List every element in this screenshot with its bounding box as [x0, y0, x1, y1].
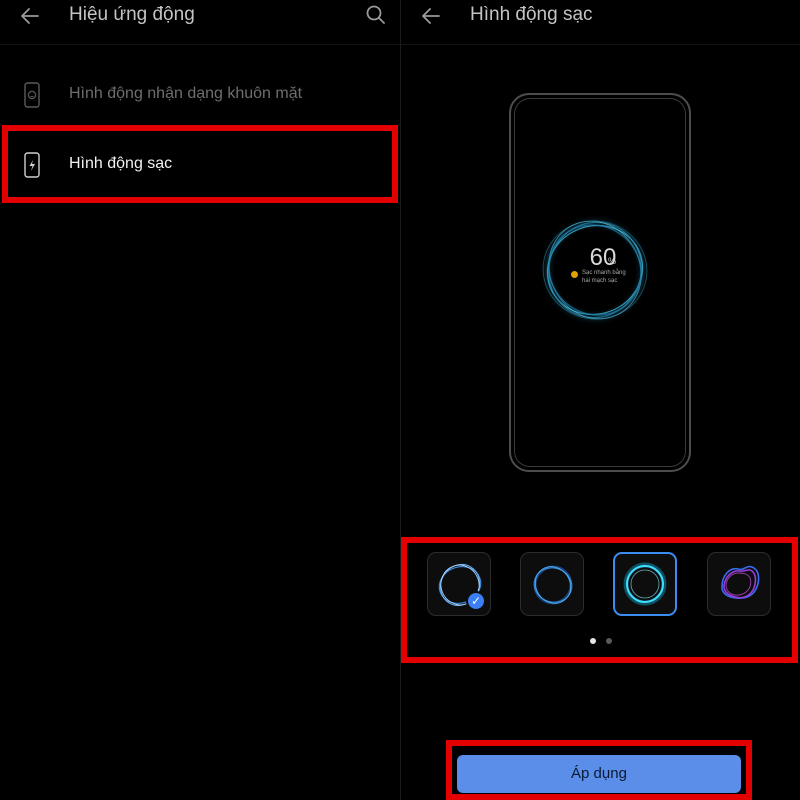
back-arrow-icon[interactable]: [419, 4, 443, 28]
animation-option-1[interactable]: ✓: [427, 552, 491, 616]
menu-item-label: Hình động sạc: [69, 155, 173, 172]
dark-blue-ring-icon: [533, 565, 573, 605]
page-indicator-dot-1[interactable]: [590, 638, 596, 644]
search-icon[interactable]: [364, 3, 388, 27]
left-header: Hiệu ứng động: [0, 0, 400, 45]
right-screen: Hình động sạc 60 % Sạc nhanh bằng hai mạ…: [401, 0, 800, 800]
back-arrow-icon[interactable]: [18, 4, 42, 28]
selected-check-icon: ✓: [466, 591, 486, 611]
animation-option-3[interactable]: [613, 552, 677, 616]
page-title: Hiệu ứng động: [69, 4, 195, 25]
charge-subtitle-line1: Sạc nhanh bằng: [582, 270, 626, 276]
apply-button[interactable]: Áp dụng: [457, 755, 741, 793]
animation-option-2[interactable]: [520, 552, 584, 616]
right-header: Hình động sạc: [401, 0, 800, 45]
fast-charge-icon: [571, 271, 578, 278]
cyan-glow-ring-icon: [623, 562, 667, 606]
charge-percent-unit: %: [608, 256, 617, 266]
menu-item-label: Hình động nhận dạng khuôn mặt: [69, 85, 303, 102]
menu-item-face-recognition-animation[interactable]: Hình động nhận dạng khuôn mặt: [0, 66, 400, 124]
face-recognition-icon: [24, 82, 40, 108]
charge-subtitle-line2: hai mạch sạc: [582, 278, 618, 284]
charge-subtitle: Sạc nhanh bằng hai mạch sạc: [582, 269, 642, 285]
left-screen: Hiệu ứng động Hình động nhận dạng khuôn …: [0, 0, 400, 800]
page-title: Hình động sạc: [470, 4, 593, 25]
charge-percent: 60: [589, 244, 617, 271]
page-indicator-dot-2[interactable]: [606, 638, 612, 644]
animation-option-4[interactable]: [707, 552, 771, 616]
menu-item-charging-animation[interactable]: Hình động sạc: [0, 136, 400, 194]
charging-phone-icon: [24, 152, 40, 178]
purple-wave-ring-icon: [721, 565, 760, 600]
